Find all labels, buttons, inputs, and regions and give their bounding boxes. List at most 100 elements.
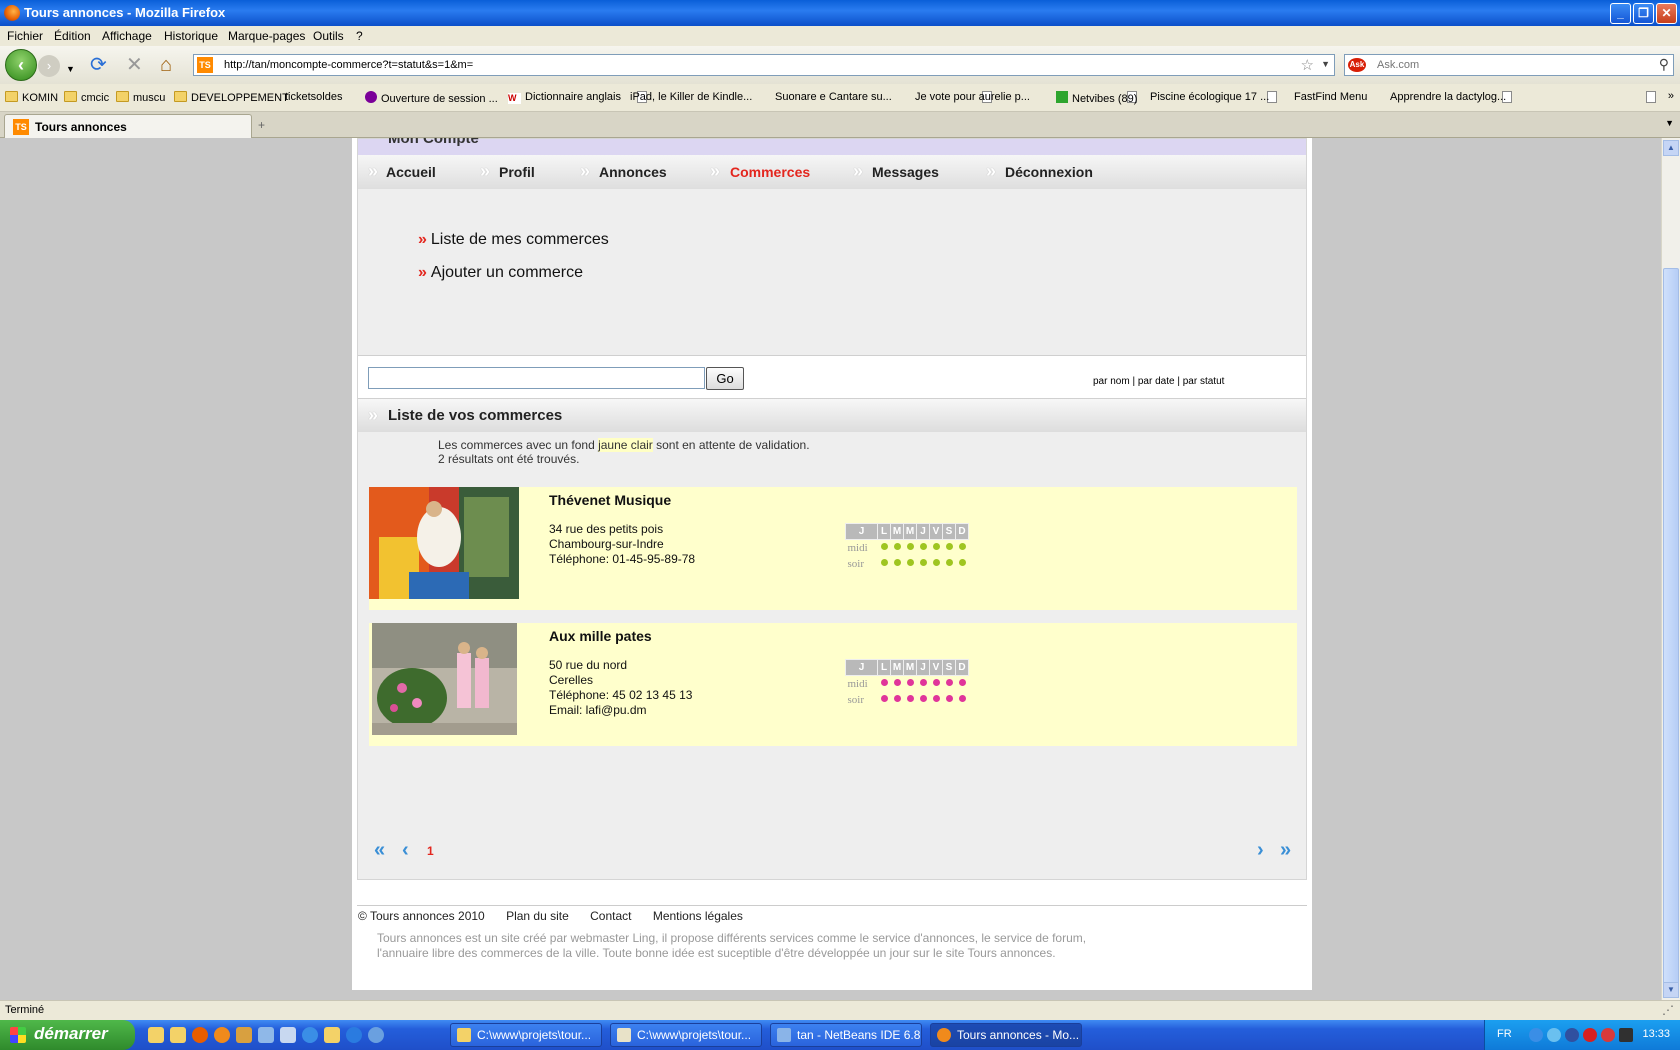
scroll-thumb[interactable] — [1663, 268, 1679, 988]
taskbar-window-button[interactable]: tan - NetBeans IDE 6.8 — [770, 1023, 922, 1047]
bookmark-item[interactable]: DEVELOPPEMENT — [174, 91, 289, 104]
explorer-quicklaunch-icon[interactable] — [148, 1027, 164, 1043]
submenu-add-commerce[interactable]: » Ajouter un commerce — [418, 264, 583, 282]
nav-deconnexion[interactable]: Déconnexion — [1005, 164, 1093, 180]
vertical-scrollbar[interactable]: ▲ ▼ — [1661, 138, 1680, 1000]
nav-annonces[interactable]: Annonces — [599, 164, 667, 180]
menu-historique[interactable]: Historique — [164, 29, 218, 43]
ie-quicklaunch-icon[interactable] — [302, 1027, 318, 1043]
first-page-button[interactable]: « — [374, 839, 385, 862]
menu-fichier[interactable]: Fichier — [7, 29, 43, 43]
bookmark-item[interactable]: FastFind Menu — [1294, 91, 1656, 103]
taskbar-window-button[interactable]: Tours annonces - Mo... — [930, 1023, 1082, 1047]
bookmark-item[interactable]: W Dictionnaire anglais — [508, 91, 621, 104]
commerce-search-input[interactable] — [368, 367, 705, 389]
tab-tours-annonces[interactable]: TS Tours annonces — [4, 114, 252, 138]
reload-icon[interactable]: ⟳ — [90, 55, 107, 75]
chevron-icon: » — [710, 161, 721, 181]
bookmark-item[interactable]: KOMIN — [5, 91, 58, 104]
bookmark-item[interactable]: Ouverture de session ... — [365, 91, 498, 105]
bookmark-item[interactable]: muscu — [116, 91, 165, 104]
sort-by-name-link[interactable]: par nom — [1093, 376, 1130, 387]
commerce-name[interactable]: Aux mille pates — [549, 628, 652, 644]
chrome-quicklaunch-icon[interactable] — [192, 1027, 208, 1043]
menu-affichage[interactable]: Affichage — [102, 29, 152, 43]
commerce-card[interactable]: Thévenet Musique 34 rue des petits pois … — [369, 487, 1297, 610]
tray-app-icon[interactable] — [1529, 1028, 1543, 1042]
close-button[interactable]: ✕ — [1656, 3, 1677, 24]
tray-app-icon[interactable] — [1601, 1028, 1615, 1042]
maximize-button[interactable]: ❐ — [1633, 3, 1654, 24]
start-button[interactable]: démarrer — [0, 1020, 135, 1050]
bookmark-item[interactable]: Netvibes (89) — [1056, 91, 1137, 105]
menu-marque-pages[interactable]: Marque-pages — [228, 29, 305, 43]
current-page[interactable]: 1 — [427, 844, 434, 858]
sort-by-status-link[interactable]: par statut — [1183, 376, 1225, 387]
app-quicklaunch-icon[interactable] — [280, 1027, 296, 1043]
footer-link-plan[interactable]: Plan du site — [506, 909, 569, 923]
more-bookmarks-icon[interactable]: » — [1668, 90, 1674, 102]
taskbar-window-button[interactable]: C:\www\projets\tour... — [450, 1023, 602, 1047]
ask-engine-icon[interactable]: Ask — [1348, 58, 1366, 72]
bookmark-star-icon[interactable]: ☆ — [1301, 56, 1314, 74]
ie-quicklaunch-icon[interactable] — [346, 1027, 362, 1043]
commerce-photo[interactable] — [369, 487, 519, 599]
language-indicator[interactable]: FR — [1497, 1028, 1512, 1040]
footer-link-mentions[interactable]: Mentions légales — [653, 909, 743, 923]
sort-by-date-link[interactable]: par date — [1138, 376, 1175, 387]
footer-link-contact[interactable]: Contact — [590, 909, 631, 923]
tray-app-icon[interactable] — [1547, 1028, 1561, 1042]
stop-icon[interactable]: ✕ — [126, 55, 143, 75]
home-icon[interactable]: ⌂ — [160, 55, 172, 75]
bookmark-item[interactable]: Piscine écologique 17 ... — [1150, 91, 1512, 103]
scroll-up-icon[interactable]: ▲ — [1663, 140, 1679, 156]
new-tab-icon[interactable]: + — [258, 118, 265, 132]
search-icon[interactable]: ⚲ — [1659, 56, 1669, 73]
next-page-button[interactable]: › — [1257, 839, 1264, 862]
go-button[interactable]: Go — [706, 367, 744, 390]
commerce-card[interactable]: Aux mille pates 50 rue du nord Cerelles … — [369, 623, 1297, 746]
bookmark-item[interactable]: Suonare e Cantare su... — [775, 91, 1137, 103]
tray-antivirus-icon[interactable] — [1583, 1028, 1597, 1042]
menu-edition[interactable]: Édition — [54, 29, 91, 43]
forward-button[interactable]: › — [38, 55, 60, 77]
prev-page-button[interactable]: ‹ — [402, 839, 409, 862]
url-dropdown-icon[interactable]: ▼ — [1321, 59, 1330, 69]
folder-quicklaunch-icon[interactable] — [324, 1027, 340, 1043]
back-button[interactable]: ‹ — [5, 49, 37, 81]
firefox-quicklaunch-icon[interactable] — [214, 1027, 230, 1043]
copyright: © Tours annonces 2010 — [358, 909, 485, 923]
nav-messages[interactable]: Messages — [872, 164, 939, 180]
tray-shield-icon[interactable] — [1565, 1028, 1579, 1042]
resize-grip-icon[interactable]: ⋰ — [1662, 1003, 1674, 1017]
menu-outils[interactable]: Outils — [313, 29, 344, 43]
bookmark-item[interactable]: Apprendre la dactylog... — [1390, 91, 1506, 103]
list-tabs-icon[interactable]: ▼ — [1665, 118, 1674, 128]
network-quicklaunch-icon[interactable] — [368, 1027, 384, 1043]
commerce-photo[interactable] — [372, 623, 522, 735]
search-input[interactable] — [1377, 57, 1637, 73]
nav-profil[interactable]: Profil — [499, 164, 535, 180]
bookmark-item[interactable]: Je vote pour aurelie p... — [915, 91, 1277, 103]
menu-help[interactable]: ? — [356, 29, 363, 43]
tray-app-icon[interactable] — [1619, 1028, 1633, 1042]
submenu-list-commerces[interactable]: » Liste de mes commerces — [418, 231, 609, 249]
last-page-button[interactable]: » — [1280, 839, 1291, 862]
url-text[interactable]: http://tan/moncompte-commerce?t=statut&s… — [224, 59, 473, 71]
commerce-name[interactable]: Thévenet Musique — [549, 492, 671, 508]
folder-quicklaunch-icon[interactable] — [170, 1027, 186, 1043]
bookmark-item[interactable]: ticketsoldes — [285, 91, 647, 103]
tools-quicklaunch-icon[interactable] — [258, 1027, 274, 1043]
nav-accueil[interactable]: Accueil — [386, 164, 436, 180]
search-bar[interactable]: Ask ⚲ — [1344, 54, 1674, 76]
bookmark-item[interactable]: cmcic — [64, 91, 109, 104]
nav-commerces[interactable]: Commerces — [730, 164, 810, 180]
taskbar-window-button[interactable]: C:\www\projets\tour... — [610, 1023, 762, 1047]
minimize-button[interactable]: _ — [1610, 3, 1631, 24]
bookmarks-toolbar: KOMIN cmcic muscu DEVELOPPEMENT ticketso… — [0, 84, 1680, 112]
bookmark-item[interactable]: iPad, le Killer de Kindle... — [630, 91, 992, 103]
user-quicklaunch-icon[interactable] — [236, 1027, 252, 1043]
scroll-down-icon[interactable]: ▼ — [1663, 982, 1679, 998]
history-dropdown-icon[interactable]: ▼ — [66, 59, 75, 79]
url-bar[interactable]: TS http://tan/moncompte-commerce?t=statu… — [193, 54, 1335, 76]
